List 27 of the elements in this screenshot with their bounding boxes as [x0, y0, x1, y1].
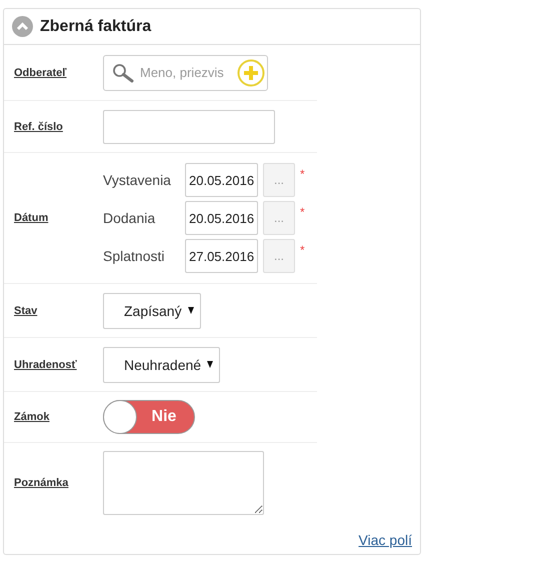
panel-title: Zberná faktúra [40, 18, 152, 36]
dropdown[interactable]: Zapísaný [103, 292, 201, 328]
input-field[interactable] [103, 110, 275, 144]
field-label: Poznámka [14, 477, 68, 489]
date-label: Vystavenia [103, 172, 172, 188]
date-label: Splatnosti [103, 248, 166, 264]
toggle-switch[interactable]: Nie [103, 400, 195, 434]
field-label: Dátum [14, 212, 48, 224]
date-label: Dodania [103, 210, 156, 226]
date-field[interactable]: 20.05.2016 [185, 201, 258, 235]
required-mark: * [300, 243, 305, 257]
field-label: Ref. číslo [14, 120, 63, 132]
field-label: Odberateľ [14, 66, 67, 78]
field-label: Uhradenosť [14, 358, 77, 370]
date-field[interactable]: 20.05.2016 [185, 163, 258, 197]
field-label: Zámok [14, 411, 50, 423]
required-mark: * [300, 205, 305, 219]
dropdown-arrow-icon [188, 307, 194, 314]
required-mark: * [300, 167, 305, 181]
field-label: Stav [14, 304, 38, 316]
note-field[interactable] [103, 451, 264, 515]
collapse-icon[interactable] [12, 16, 33, 37]
more-fields-link[interactable]: Viac polí [358, 532, 412, 548]
search-icon [112, 62, 134, 82]
dropdown-arrow-icon [207, 361, 214, 368]
dropdown[interactable]: Neuhradené [103, 346, 220, 382]
date-field[interactable]: 27.05.2016 [185, 239, 258, 273]
